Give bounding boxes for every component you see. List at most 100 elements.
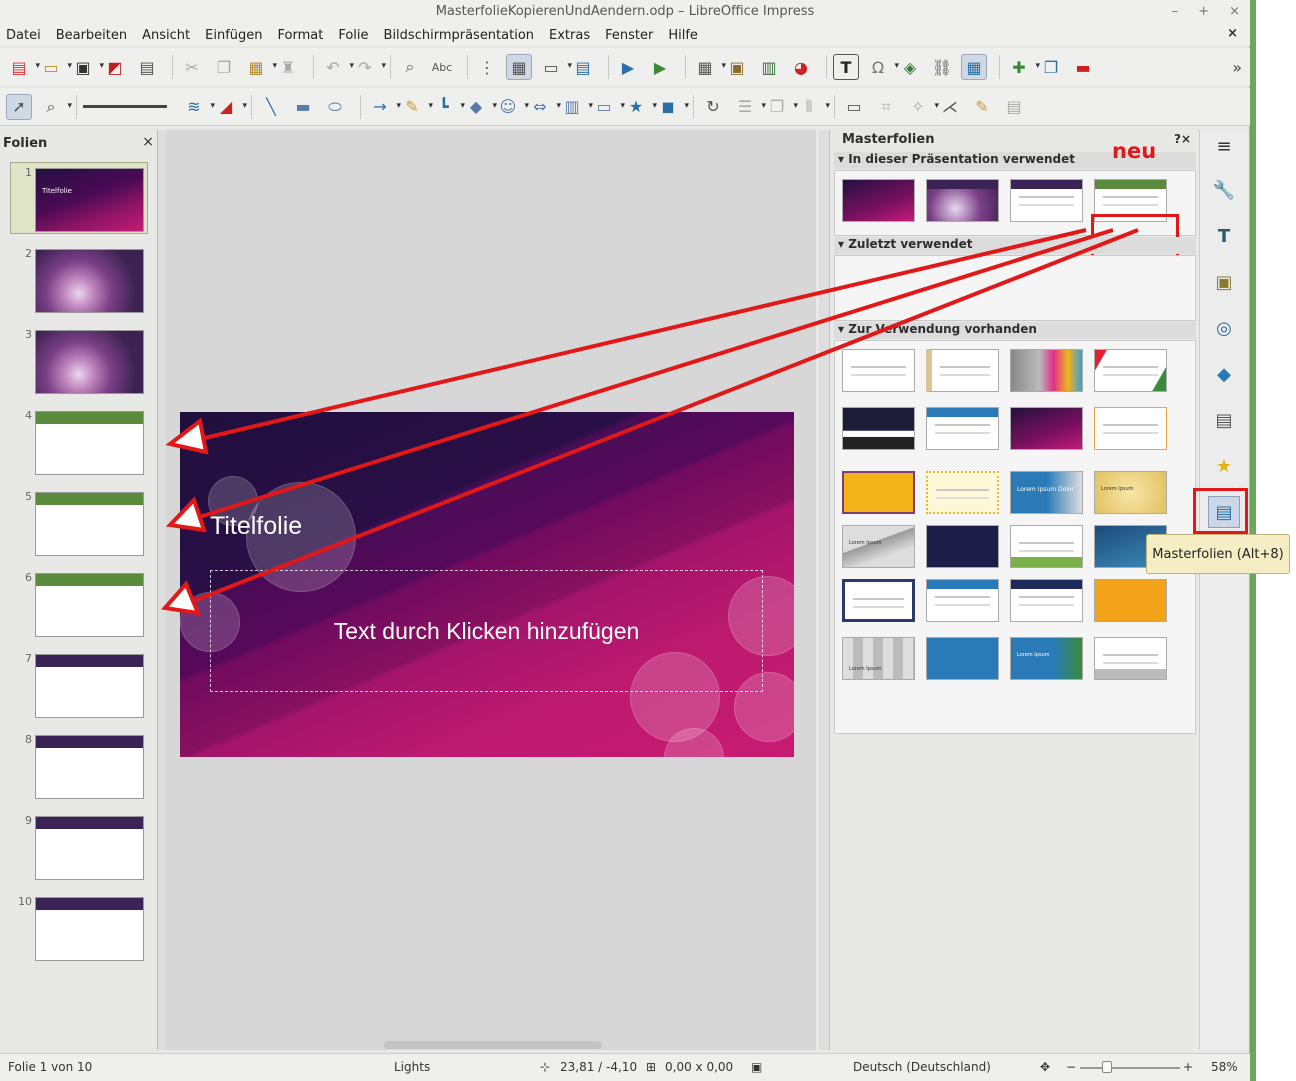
slide-thumbnail-row[interactable]: 1 Titelfolie — [0, 162, 158, 240]
slide-thumbnail-row[interactable]: 7 — [0, 652, 158, 726]
master-thumb-bokeh[interactable] — [926, 179, 999, 222]
available-master-thumb[interactable]: Lorem Ipsum — [842, 525, 915, 568]
minimize-button[interactable]: – — [1172, 0, 1179, 24]
slide-body-placeholder[interactable]: Text durch Klicken hinzufügen — [210, 570, 763, 692]
more-tools-icon[interactable]: » — [1232, 58, 1242, 77]
menu-einfuegen[interactable]: Einfügen — [205, 28, 262, 43]
slide-thumbnail-row[interactable]: 4 — [0, 409, 158, 483]
section-recent-header[interactable]: ▾ Zuletzt verwendet — [834, 237, 1196, 254]
zoom-in-button[interactable]: + — [1183, 1060, 1193, 1074]
available-master-thumb[interactable] — [926, 407, 999, 450]
slide-thumbnail[interactable] — [35, 573, 144, 637]
filter-icon[interactable]: ✧ — [905, 94, 939, 120]
3d-objects-icon[interactable]: ◼ — [655, 94, 689, 120]
document-modified-icon[interactable]: ▣ — [751, 1060, 762, 1074]
slide-thumbnail-row[interactable]: 3 — [0, 328, 158, 402]
slide-thumbnail-row[interactable]: 6 — [0, 571, 158, 645]
available-master-thumb[interactable] — [842, 349, 915, 392]
table-icon[interactable]: ▦ — [692, 54, 726, 80]
slide-thumbnail-row[interactable]: 5 — [0, 490, 158, 564]
open-icon[interactable]: ▭ — [38, 54, 72, 80]
menu-hilfe[interactable]: Hilfe — [668, 28, 698, 43]
slide-thumbnail[interactable] — [35, 816, 144, 880]
presentation-current-icon[interactable]: ▶ — [647, 54, 673, 80]
cut-icon[interactable]: ✂ — [179, 54, 205, 80]
basic-shapes-icon[interactable]: ◆ — [463, 94, 497, 120]
callouts-icon[interactable]: ▭ — [591, 94, 625, 120]
print-icon[interactable]: ▤ — [134, 54, 160, 80]
available-master-thumb[interactable] — [1010, 349, 1083, 392]
helplines-icon[interactable]: ▦ — [506, 54, 532, 80]
slide-thumbnail[interactable] — [35, 330, 144, 394]
maximize-button[interactable]: + — [1198, 0, 1209, 24]
rectangle-tool-icon[interactable]: ▬ — [290, 94, 316, 120]
redo-icon[interactable]: ↷ — [352, 54, 386, 80]
crop-icon[interactable]: ⌗ — [873, 94, 899, 120]
start-presentation-icon[interactable]: ▶ — [615, 54, 641, 80]
slide-thumbnail[interactable] — [35, 411, 144, 475]
menu-extras[interactable]: Extras — [549, 28, 590, 43]
grid-icon[interactable]: ⋮ — [474, 54, 500, 80]
gallery-icon[interactable]: ▣ — [1208, 266, 1240, 298]
sidebar-menu-icon[interactable]: ≡ — [1208, 130, 1240, 162]
arrow-line-icon[interactable]: → — [367, 94, 401, 120]
slide-thumbnail[interactable]: Titelfolie — [35, 168, 144, 232]
master-thumb-purple[interactable] — [1010, 179, 1083, 222]
available-master-thumb[interactable] — [1094, 637, 1167, 680]
slide-thumbnail[interactable] — [35, 492, 144, 556]
available-master-thumb[interactable] — [926, 349, 999, 392]
special-character-icon[interactable]: Ω — [865, 54, 899, 80]
master-slide-icon[interactable]: ▤ — [570, 54, 596, 80]
hyperlink-icon[interactable]: ⛓ — [929, 54, 955, 80]
chart-icon[interactable]: ◕ — [788, 54, 814, 80]
available-master-thumb[interactable] — [1010, 579, 1083, 622]
stars-icon[interactable]: ★ — [623, 94, 657, 120]
distribute-icon[interactable]: ⫴ — [796, 94, 830, 120]
image-icon[interactable]: ▣ — [724, 54, 750, 80]
symbol-shapes-icon[interactable]: ☺ — [495, 94, 529, 120]
close-document-button[interactable]: × — [1227, 26, 1238, 41]
line-tool-icon[interactable]: ╲ — [258, 94, 284, 120]
slide-thumbnail[interactable] — [35, 735, 144, 799]
slide-thumbnail-row[interactable]: 9 — [0, 814, 158, 888]
clone-formatting-icon[interactable]: ♜ — [275, 54, 301, 80]
slide-thumbnail[interactable] — [35, 654, 144, 718]
block-arrows-icon[interactable]: ⇔ — [527, 94, 561, 120]
delete-slide-icon[interactable]: ▬ — [1070, 54, 1096, 80]
available-master-thumb[interactable] — [1010, 525, 1083, 568]
points-icon[interactable]: ⋌ — [937, 94, 963, 120]
navigator-icon[interactable]: ◎ — [1208, 312, 1240, 344]
available-master-thumb[interactable] — [1010, 407, 1083, 450]
section-available-header[interactable]: ▾ Zur Verwendung vorhanden — [834, 322, 1196, 339]
slides-pane-close-button[interactable]: × — [142, 134, 154, 150]
connector-icon[interactable]: ┗ — [431, 94, 465, 120]
menu-bildschirmpraesentation[interactable]: Bildschirmpräsentation — [384, 28, 534, 43]
menu-bearbeiten[interactable]: Bearbeiten — [56, 28, 127, 43]
available-master-thumb[interactable] — [926, 471, 999, 514]
available-master-thumb[interactable]: Lorem Ipsum — [842, 637, 915, 680]
menu-format[interactable]: Format — [278, 28, 324, 43]
rotate-icon[interactable]: ↻ — [700, 94, 726, 120]
available-master-thumb[interactable]: Lorem Ipsum — [1094, 471, 1167, 514]
zoom-slider-handle[interactable] — [1102, 1061, 1112, 1073]
glue-points-icon[interactable]: ✎ — [969, 94, 995, 120]
available-master-thumb[interactable] — [1094, 579, 1167, 622]
available-master-thumb[interactable] — [842, 471, 915, 514]
slide-thumbnail[interactable] — [35, 249, 144, 313]
current-slide[interactable]: Titelfolie Text durch Klicken hinzufügen — [180, 412, 794, 757]
language[interactable]: Deutsch (Deutschland) — [853, 1060, 991, 1074]
spellcheck-icon[interactable]: Abc — [429, 54, 455, 80]
properties-icon[interactable]: 🔧 — [1208, 174, 1240, 206]
fontwork-icon[interactable]: ◈ — [897, 54, 923, 80]
fit-slide-icon[interactable]: ✥ — [1040, 1060, 1050, 1074]
slide-thumbnail-row[interactable]: 8 — [0, 733, 158, 807]
select-icon[interactable]: ➚ — [6, 93, 32, 120]
slide-transition-icon[interactable]: ▤ — [1208, 404, 1240, 436]
slide-thumbnail-row[interactable]: 10 — [0, 895, 158, 969]
toggle-extrusion-icon[interactable]: ▤ — [1001, 94, 1027, 120]
flowchart-icon[interactable]: ▥ — [559, 94, 593, 120]
available-master-thumb[interactable] — [842, 579, 915, 622]
horizontal-scrollbar[interactable] — [384, 1041, 602, 1049]
master-panel-controls[interactable]: ?× — [1174, 132, 1191, 146]
textbox-icon[interactable]: T — [833, 54, 859, 80]
